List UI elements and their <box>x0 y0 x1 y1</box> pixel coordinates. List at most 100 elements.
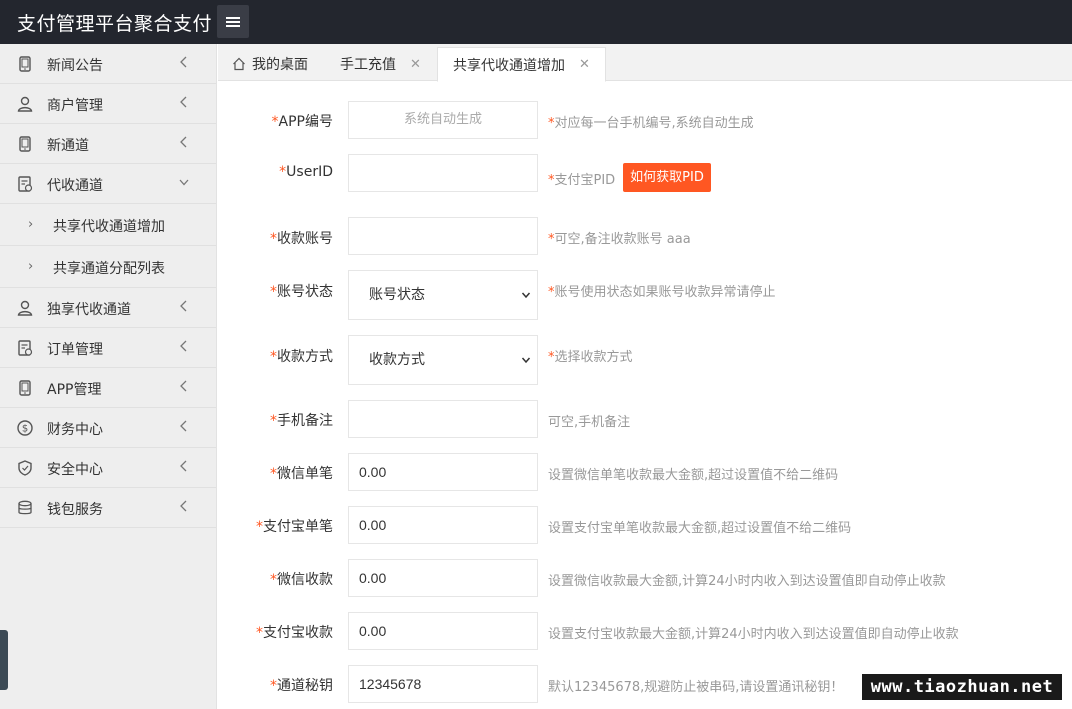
sidebar-item-label: 订单管理 <box>47 342 103 358</box>
chevron-down-icon <box>521 355 531 365</box>
sidebar-item-label: 代收通道 <box>47 178 103 194</box>
field-label: *APP编号 <box>271 114 333 130</box>
wechat-total-input[interactable]: 0.00 <box>348 559 538 597</box>
tab-shared-channel-add[interactable]: 共享代收通道增加 ✕ <box>437 47 606 82</box>
watermark: www.tiaozhuan.net <box>862 674 1062 700</box>
status-select[interactable]: 账号状态 <box>348 270 538 320</box>
field-label: *账号状态 <box>270 284 333 300</box>
sidebar-subitem-label: 共享代收通道增加 <box>53 219 165 235</box>
channel-form: *APP编号 系统自动生成 *对应每一台手机编号,系统自动生成 *UserID … <box>218 82 1072 709</box>
select-value: 收款方式 <box>369 352 425 368</box>
sidebar-subitem-shared-list[interactable]: › 共享通道分配列表 <box>0 246 216 288</box>
close-icon[interactable]: ✕ <box>410 57 421 72</box>
tab-label: 共享代收通道增加 <box>453 57 565 74</box>
phone-note-input[interactable] <box>348 400 538 438</box>
field-label: *微信收款 <box>270 572 333 588</box>
sidebar-item-label: APP管理 <box>47 382 102 398</box>
field-hint: 设置支付宝单笔收款最大金额,超过设置值不给二维码 <box>548 521 852 536</box>
tab-label: 手工充值 <box>340 57 396 73</box>
phone-icon <box>16 135 34 153</box>
chevron-left-icon <box>178 339 190 353</box>
sidebar-item-label: 财务中心 <box>47 422 103 438</box>
sidebar-item-label: 新闻公告 <box>47 58 103 74</box>
field-hint: *账号使用状态如果账号收款异常请停止 <box>548 285 776 300</box>
sidebar: 新闻公告 商户管理 新通道 代收通道 › 共享代收通道增加 › 共享通道分配列表… <box>0 44 217 709</box>
close-icon[interactable]: ✕ <box>579 57 590 72</box>
field-label: *手机备注 <box>270 413 333 429</box>
user-icon <box>16 95 34 113</box>
method-select[interactable]: 收款方式 <box>348 335 538 385</box>
svg-text:$: $ <box>22 424 28 435</box>
field-hint: 设置支付宝收款最大金额,计算24小时内收入到达设置值即自动停止收款 <box>548 627 959 642</box>
field-label: *收款账号 <box>270 231 333 247</box>
chevron-left-icon <box>178 299 190 313</box>
field-label: *收款方式 <box>270 349 333 365</box>
sidebar-item-collection-channel[interactable]: 代收通道 <box>0 164 216 204</box>
wechat-single-input[interactable]: 0.00 <box>348 453 538 491</box>
chevron-left-icon <box>178 499 190 513</box>
field-label: *通道秘钥 <box>270 678 333 694</box>
tab-my-desktop[interactable]: 我的桌面 <box>232 47 308 81</box>
clipboard-icon <box>16 175 34 193</box>
database-icon <box>16 499 34 517</box>
sidebar-item-news[interactable]: 新闻公告 <box>0 44 216 84</box>
shield-icon <box>16 459 34 477</box>
sidebar-item-app[interactable]: APP管理 <box>0 368 216 408</box>
chevron-left-icon <box>178 419 190 433</box>
app-id-input[interactable]: 系统自动生成 <box>348 101 538 139</box>
alipay-single-input[interactable]: 0.00 <box>348 506 538 544</box>
sidebar-item-label: 新通道 <box>47 138 89 154</box>
chevron-left-icon <box>178 459 190 473</box>
sidebar-item-wallet[interactable]: 钱包服务 <box>0 488 216 528</box>
chevron-left-icon <box>178 135 190 149</box>
clipboard-icon <box>16 339 34 357</box>
tab-label: 我的桌面 <box>252 57 308 73</box>
sidebar-item-orders[interactable]: 订单管理 <box>0 328 216 368</box>
sidebar-item-finance[interactable]: $ 财务中心 <box>0 408 216 448</box>
alipay-total-input[interactable]: 0.00 <box>348 612 538 650</box>
field-hint: 设置微信单笔收款最大金额,超过设置值不给二维码 <box>548 468 839 483</box>
field-label: *微信单笔 <box>270 466 333 482</box>
app-title: 支付管理平台聚合支付 <box>17 13 213 35</box>
field-hint: 设置微信收款最大金额,计算24小时内收入到达设置值即自动停止收款 <box>548 574 946 589</box>
user-id-input[interactable] <box>348 154 538 192</box>
chevron-left-icon <box>178 95 190 109</box>
field-hint: *选择收款方式 <box>548 350 633 365</box>
chevron-down-icon <box>521 290 531 300</box>
user-icon <box>16 299 34 317</box>
chevron-left-icon <box>178 55 190 69</box>
sidebar-drag-handle[interactable] <box>0 630 8 690</box>
menu-toggle-button[interactable] <box>217 5 249 38</box>
top-header: 支付管理平台聚合支付 <box>0 0 1072 44</box>
field-label: *UserID <box>279 164 333 180</box>
field-hint: *对应每一台手机编号,系统自动生成 <box>548 116 754 131</box>
phone-icon <box>16 379 34 397</box>
secret-input[interactable]: 12345678 <box>348 665 538 703</box>
phone-icon <box>16 55 34 73</box>
sidebar-item-label: 商户管理 <box>47 98 103 114</box>
select-value: 账号状态 <box>369 287 425 303</box>
sidebar-item-merchants[interactable]: 商户管理 <box>0 84 216 124</box>
sidebar-item-new-channel[interactable]: 新通道 <box>0 124 216 164</box>
chevron-left-icon <box>178 379 190 393</box>
hamburger-icon <box>226 16 240 27</box>
field-hint: *可空,备注收款账号 aaa <box>548 232 691 247</box>
sidebar-item-label: 安全中心 <box>47 462 103 478</box>
field-hint: 可空,手机备注 <box>548 415 631 430</box>
sidebar-item-label: 钱包服务 <box>47 502 103 518</box>
dollar-icon: $ <box>16 419 34 437</box>
field-hint: 默认12345678,规避防止被串码,请设置通讯秘钥！ <box>548 680 844 695</box>
tab-manual-recharge[interactable]: 手工充值 ✕ <box>340 47 421 81</box>
field-hint: *支付宝PID <box>548 173 616 188</box>
field-label: *支付宝单笔 <box>256 519 333 535</box>
tab-bar: 我的桌面 手工充值 ✕ 共享代收通道增加 ✕ <box>218 44 1072 82</box>
home-icon <box>232 57 246 71</box>
sidebar-subitem-shared-add[interactable]: › 共享代收通道增加 <box>0 204 216 246</box>
sidebar-item-exclusive-channel[interactable]: 独享代收通道 <box>0 288 216 328</box>
sidebar-subitem-label: 共享通道分配列表 <box>53 261 165 277</box>
how-to-get-pid-button[interactable]: 如何获取PID <box>623 163 711 192</box>
sidebar-item-security[interactable]: 安全中心 <box>0 448 216 488</box>
chevron-down-icon <box>178 175 190 189</box>
field-label: *支付宝收款 <box>256 625 333 641</box>
account-input[interactable] <box>348 217 538 255</box>
